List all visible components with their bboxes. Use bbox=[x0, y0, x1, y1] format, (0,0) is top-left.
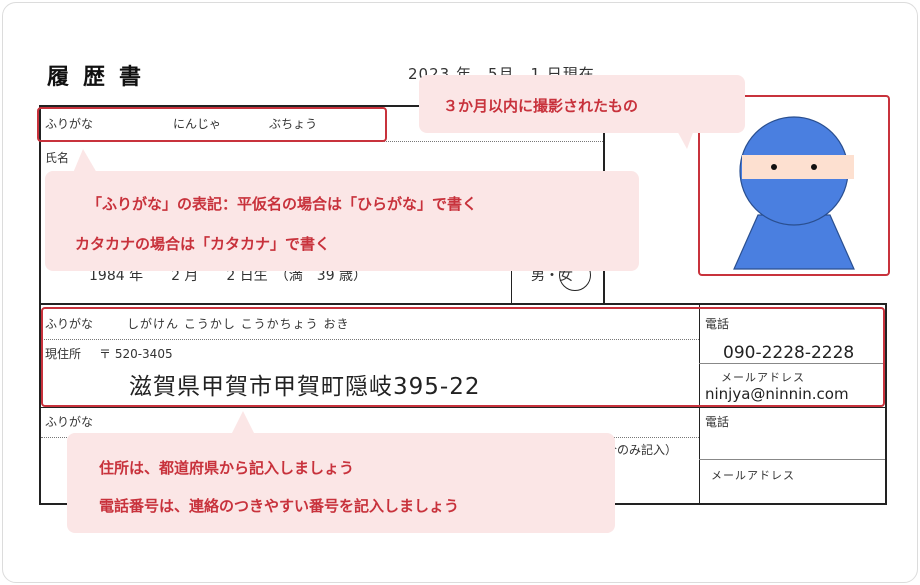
callout-address: 住所は、都道府県から記入しましょう 電話番号は、連絡のつきやすい番号を記入しまし… bbox=[67, 433, 615, 533]
callout-address-line1: 住所は、都道府県から記入しましょう bbox=[99, 459, 355, 477]
callout-furigana-line1: 「ふりがな」の表記：平仮名の場合は「ひらがな」で書く bbox=[87, 195, 478, 213]
contact-furigana-label: ふりがな bbox=[45, 415, 94, 429]
callout-furigana-line2: カタカナの場合は「カタカナ」で書く bbox=[75, 235, 331, 253]
ninja-eye-left-icon bbox=[771, 164, 777, 170]
callout-photo-text: ３か月以内に撮影されたもの bbox=[443, 97, 639, 115]
ninja-eye-right-icon bbox=[811, 164, 817, 170]
ninja-face-icon bbox=[742, 155, 854, 179]
callout-photo: ３か月以内に撮影されたもの bbox=[419, 75, 745, 133]
furigana-highlight bbox=[37, 107, 387, 142]
callout-photo-pointer bbox=[675, 127, 695, 149]
callout-address-pointer bbox=[231, 411, 255, 435]
callout-furigana: 「ふりがな」の表記：平仮名の場合は「ひらがな」で書く カタカナの場合は「カタカナ… bbox=[45, 171, 639, 271]
name-label: 氏名 bbox=[45, 151, 70, 165]
callout-address-line2: 電話番号は、連絡のつきやすい番号を記入しましょう bbox=[99, 497, 460, 515]
contact-email-label: メールアドレス bbox=[711, 469, 795, 482]
resume-title: 履歴書 bbox=[47, 65, 156, 90]
contact-phone-label: 電話 bbox=[705, 415, 730, 429]
resume-card: 履歴書 2023 年 5月 1 日現在 ふりがな にんじゃ ぶちょう 氏名 19… bbox=[2, 2, 918, 583]
address-highlight bbox=[41, 307, 885, 407]
callout-furigana-pointer bbox=[73, 149, 97, 173]
contact-note: 合のみ記入） bbox=[605, 443, 678, 457]
